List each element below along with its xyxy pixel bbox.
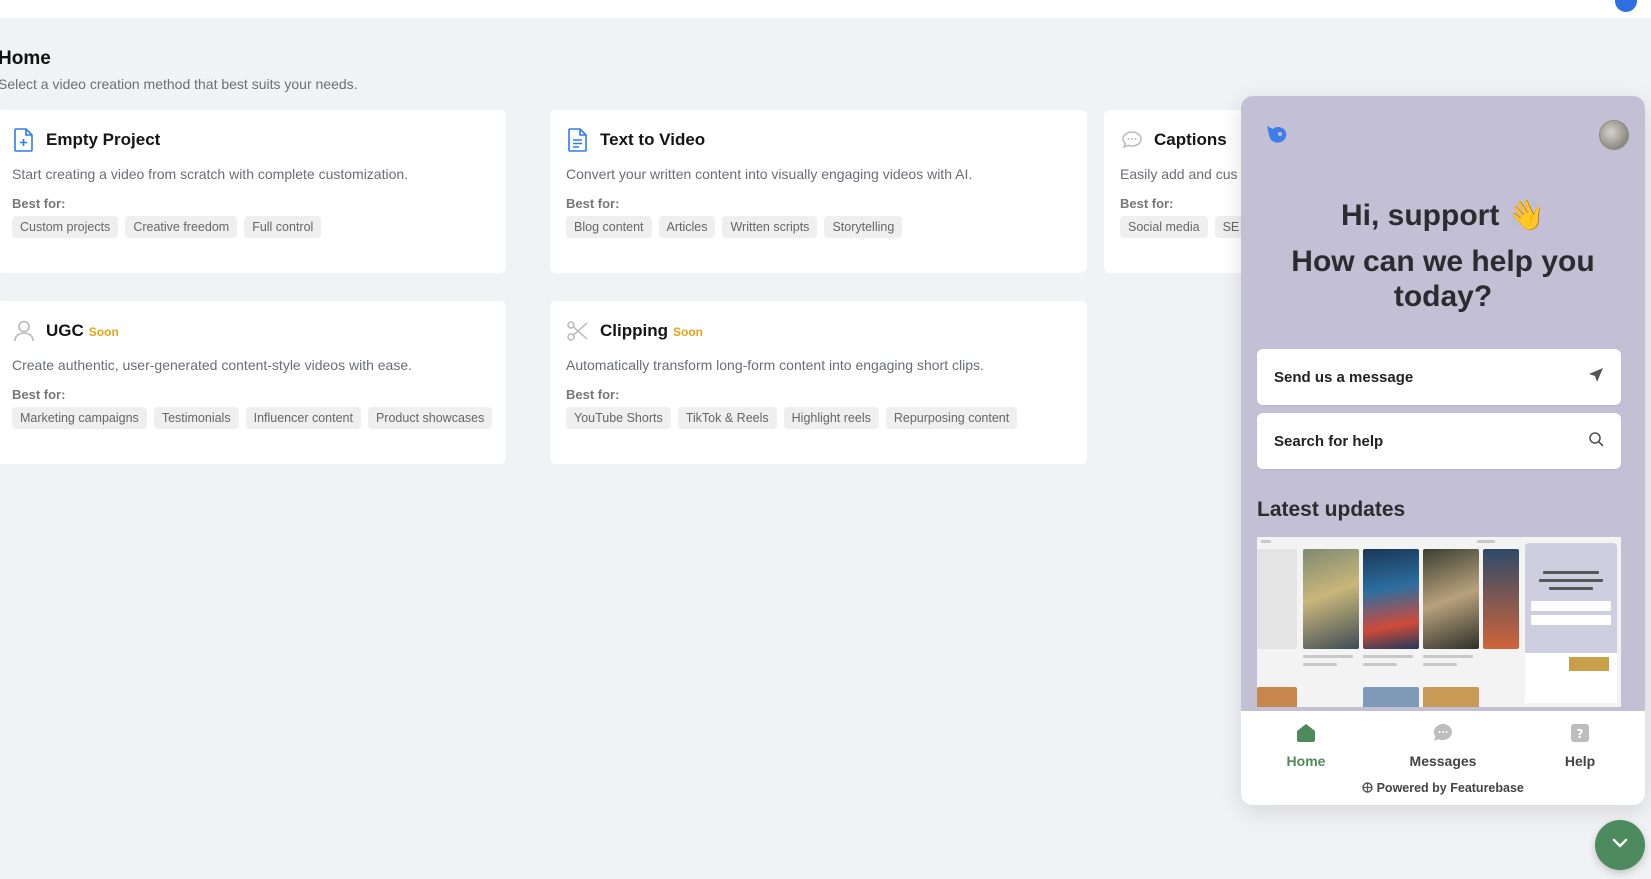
card-title: UGC <box>46 321 84 340</box>
chevron-down-icon <box>1611 836 1629 854</box>
tab-help-label: Help <box>1564 753 1596 769</box>
tab-help[interactable]: ? Help <box>1525 723 1635 769</box>
tag: Influencer content <box>245 407 361 429</box>
latest-updates-title: Latest updates <box>1257 498 1406 521</box>
card-text-to-video[interactable]: Text to Video Convert your written conte… <box>550 110 1087 273</box>
tag-list: Blog content Articles Written scripts St… <box>566 216 903 238</box>
tag: Articles <box>658 216 716 238</box>
file-text-icon <box>566 127 590 153</box>
tag-list: Social media SE <box>1120 216 1248 238</box>
tag: Storytelling <box>824 216 903 238</box>
card-description: Convert your written content into visual… <box>566 166 973 182</box>
soon-badge: Soon <box>88 325 119 339</box>
tab-home[interactable]: Home <box>1251 723 1361 769</box>
best-for-label: Best for: <box>12 196 66 211</box>
best-for-label: Best for: <box>1120 196 1174 211</box>
top-bar <box>0 0 1651 18</box>
soon-badge: Soon <box>672 325 703 339</box>
widget-header: Hi, support 👋 How can we help you today?… <box>1241 96 1645 711</box>
tag: Written scripts <box>722 216 818 238</box>
user-icon <box>12 318 36 344</box>
scroll-down-button[interactable] <box>1595 820 1645 870</box>
scissors-icon <box>566 318 590 344</box>
latest-update-preview-image[interactable] <box>1257 537 1621 707</box>
tag: Repurposing content <box>885 407 1018 429</box>
search-icon <box>1588 431 1604 451</box>
tag: Testimonials <box>153 407 239 429</box>
card-clipping[interactable]: Clipping Soon Automatically transform lo… <box>550 301 1087 464</box>
search-help-label: Search for help <box>1274 432 1384 450</box>
card-description: Start creating a video from scratch with… <box>12 166 409 182</box>
featurebase-small-icon <box>1362 781 1376 795</box>
widget-greeting: Hi, support 👋 <box>1340 199 1545 232</box>
search-help-button[interactable]: Search for help <box>1257 413 1621 469</box>
card-title: Clipping <box>600 321 668 340</box>
tag: YouTube Shorts <box>566 407 671 429</box>
tab-home-label: Home <box>1286 753 1326 769</box>
powered-by-link[interactable]: Powered by Featurebase <box>1241 781 1645 795</box>
tag: Product showcases <box>367 407 493 429</box>
card-description: Easily add and cus <box>1120 166 1238 182</box>
tab-messages-label: Messages <box>1409 753 1477 769</box>
support-widget: Hi, support 👋 How can we help you today?… <box>1241 96 1645 805</box>
featurebase-logo-icon <box>1263 122 1291 153</box>
page-title: Home <box>0 48 51 69</box>
best-for-label: Best for: <box>566 196 620 211</box>
tag: Full control <box>244 216 322 238</box>
svg-text:?: ? <box>1577 727 1584 741</box>
home-icon <box>1296 723 1316 743</box>
tab-messages[interactable]: Messages <box>1388 723 1498 769</box>
chat-bubbles-icon <box>1120 127 1144 153</box>
tag-list: YouTube Shorts TikTok & Reels Highlight … <box>566 407 1018 429</box>
card-description: Create authentic, user-generated content… <box>12 357 413 373</box>
widget-headline: How can we help you today? <box>1291 245 1595 313</box>
tag: Marketing campaigns <box>12 407 147 429</box>
powered-by-label: Powered by Featurebase <box>1376 781 1524 795</box>
send-message-label: Send us a message <box>1274 368 1414 386</box>
best-for-label: Best for: <box>566 387 620 402</box>
tag: Creative freedom <box>125 216 238 238</box>
widget-bottom-nav: Home Messages ? Help Powered by Featureb… <box>1241 711 1645 805</box>
card-title: Captions <box>1154 130 1227 149</box>
page-subtitle: Select a video creation method that best… <box>0 76 358 92</box>
tag-list: Marketing campaigns Testimonials Influen… <box>12 407 493 429</box>
send-message-button[interactable]: Send us a message <box>1257 349 1621 405</box>
card-description: Automatically transform long-form conten… <box>566 357 984 373</box>
card-empty-project[interactable]: Empty Project Start creating a video fro… <box>0 110 506 273</box>
best-for-label: Best for: <box>12 387 66 402</box>
tag: Social media <box>1120 216 1208 238</box>
preview-widget-panel <box>1525 543 1617 703</box>
send-icon <box>1588 367 1604 387</box>
tag: TikTok & Reels <box>677 407 777 429</box>
messages-icon <box>1433 723 1453 743</box>
help-icon: ? <box>1570 723 1590 743</box>
avatar[interactable] <box>1599 120 1629 150</box>
tag: Blog content <box>566 216 652 238</box>
tag-list: Custom projects Creative freedom Full co… <box>12 216 322 238</box>
card-title: Text to Video <box>600 130 706 149</box>
app-logo[interactable] <box>1615 0 1637 12</box>
tag: Custom projects <box>12 216 119 238</box>
card-title: Empty Project <box>46 130 161 149</box>
tag: Highlight reels <box>783 407 879 429</box>
card-ugc[interactable]: UGC Soon Create authentic, user-generate… <box>0 301 506 464</box>
file-plus-icon <box>12 127 36 153</box>
